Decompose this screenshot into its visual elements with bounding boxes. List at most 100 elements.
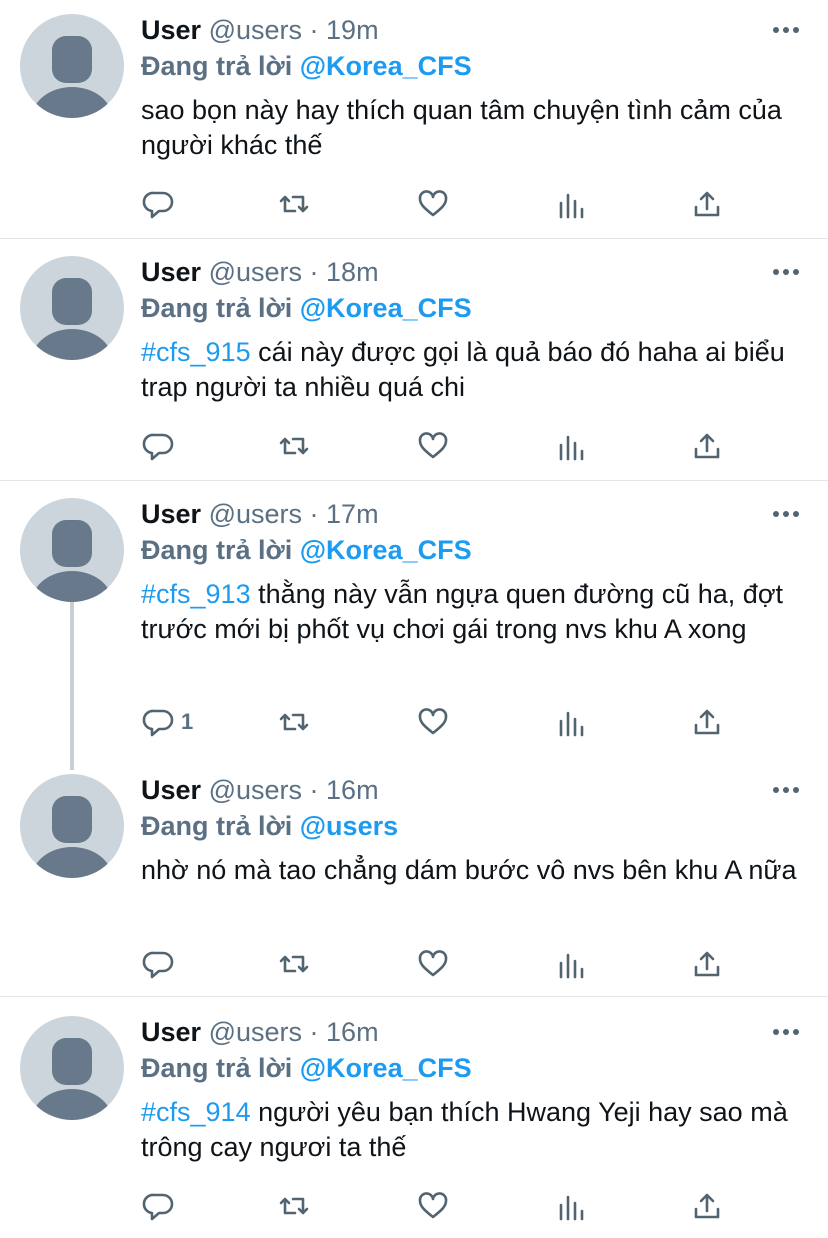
more-icon[interactable] bbox=[772, 1018, 800, 1046]
user-name[interactable]: User bbox=[141, 775, 201, 805]
replying-prefix: Đang trả lời bbox=[141, 1053, 293, 1083]
share-icon bbox=[694, 1193, 720, 1219]
avatar[interactable] bbox=[20, 1016, 124, 1120]
retweet-button[interactable] bbox=[277, 704, 311, 740]
replying-mention-link[interactable]: @Korea_CFS bbox=[300, 293, 472, 323]
reply-button[interactable] bbox=[141, 186, 175, 222]
tweet-text: #cfs_914 người yêu bạn thích Hwang Yeji … bbox=[141, 1095, 811, 1165]
retweet-button[interactable] bbox=[277, 186, 311, 222]
reply-button[interactable] bbox=[141, 1188, 175, 1224]
tweet-text: #cfs_915 cái này được gọi là quả báo đó … bbox=[141, 335, 811, 405]
timestamp[interactable]: 19m bbox=[326, 15, 379, 45]
separator-dot: · bbox=[309, 775, 319, 805]
more-icon[interactable] bbox=[772, 16, 800, 44]
analytics-button[interactable] bbox=[554, 704, 588, 740]
tweet-header: User @users · 16m bbox=[141, 1015, 379, 1049]
reply-icon bbox=[142, 951, 174, 979]
replying-to: Đang trả lời @users bbox=[141, 809, 398, 843]
retweet-button[interactable] bbox=[277, 1188, 311, 1224]
separator-dot: · bbox=[309, 499, 319, 529]
user-handle[interactable]: @users bbox=[209, 1017, 302, 1047]
replying-prefix: Đang trả lời bbox=[141, 293, 293, 323]
timestamp[interactable]: 18m bbox=[326, 257, 379, 287]
tweet[interactable]: User @users · 19m Đang trả lời @Korea_CF… bbox=[0, 0, 828, 238]
analytics-button[interactable] bbox=[554, 1188, 588, 1224]
reply-button[interactable] bbox=[141, 428, 175, 464]
avatar[interactable] bbox=[20, 256, 124, 360]
more-icon[interactable] bbox=[772, 258, 800, 286]
retweet-icon bbox=[279, 955, 309, 973]
like-button[interactable] bbox=[416, 186, 450, 222]
share-button[interactable] bbox=[690, 1188, 724, 1224]
like-button[interactable] bbox=[416, 428, 450, 464]
reply-icon bbox=[142, 433, 174, 461]
like-button[interactable] bbox=[416, 704, 450, 740]
tweet-body: nhờ nó mà tao chẳng dám bước vô nvs bên … bbox=[141, 855, 797, 885]
user-handle[interactable]: @users bbox=[209, 257, 302, 287]
user-name[interactable]: User bbox=[141, 15, 201, 45]
timestamp[interactable]: 17m bbox=[326, 499, 379, 529]
share-button[interactable] bbox=[690, 946, 724, 982]
tweet-text: nhờ nó mà tao chẳng dám bước vô nvs bên … bbox=[141, 853, 811, 888]
hashtag-link[interactable]: #cfs_914 bbox=[141, 1097, 251, 1127]
analytics-button[interactable] bbox=[554, 946, 588, 982]
share-icon bbox=[694, 433, 720, 459]
hashtag-link[interactable]: #cfs_913 bbox=[141, 579, 251, 609]
retweet-icon bbox=[279, 1197, 309, 1215]
more-icon[interactable] bbox=[772, 776, 800, 804]
avatar[interactable] bbox=[20, 774, 124, 878]
tweet[interactable]: User @users · 17m Đang trả lời @Korea_CF… bbox=[0, 484, 828, 760]
share-icon bbox=[694, 709, 720, 735]
avatar[interactable] bbox=[20, 498, 124, 602]
tweet[interactable]: User @users · 18m Đang trả lời @Korea_CF… bbox=[0, 242, 828, 480]
replying-to: Đang trả lời @Korea_CFS bbox=[141, 291, 472, 325]
tweet[interactable]: User @users · 16m Đang trả lời @users nh… bbox=[0, 760, 828, 996]
like-button[interactable] bbox=[416, 946, 450, 982]
user-handle[interactable]: @users bbox=[209, 775, 302, 805]
action-bar: 1 bbox=[0, 704, 828, 744]
share-button[interactable] bbox=[690, 704, 724, 740]
reply-button[interactable]: 1 bbox=[141, 704, 193, 740]
replying-mention-link[interactable]: @Korea_CFS bbox=[300, 51, 472, 81]
share-icon bbox=[694, 191, 720, 217]
tweet[interactable]: User @users · 16m Đang trả lời @Korea_CF… bbox=[0, 1002, 828, 1238]
analytics-button[interactable] bbox=[554, 428, 588, 464]
replying-mention-link[interactable]: @users bbox=[300, 811, 398, 841]
tweet-text: sao bọn này hay thích quan tâm chuyện tì… bbox=[141, 93, 811, 163]
replying-mention-link[interactable]: @Korea_CFS bbox=[300, 535, 472, 565]
analytics-icon bbox=[559, 711, 584, 737]
action-bar bbox=[0, 946, 828, 986]
retweet-icon bbox=[279, 195, 309, 213]
divider bbox=[0, 996, 828, 997]
reply-button[interactable] bbox=[141, 946, 175, 982]
avatar[interactable] bbox=[20, 14, 124, 118]
user-handle[interactable]: @users bbox=[209, 499, 302, 529]
retweet-button[interactable] bbox=[277, 946, 311, 982]
share-button[interactable] bbox=[690, 428, 724, 464]
retweet-button[interactable] bbox=[277, 428, 311, 464]
tweet-header: User @users · 19m bbox=[141, 13, 379, 47]
heart-icon bbox=[418, 190, 448, 217]
heart-icon bbox=[418, 708, 448, 735]
user-name[interactable]: User bbox=[141, 499, 201, 529]
replying-prefix: Đang trả lời bbox=[141, 535, 293, 565]
more-icon[interactable] bbox=[772, 500, 800, 528]
user-name[interactable]: User bbox=[141, 1017, 201, 1047]
hashtag-link[interactable]: #cfs_915 bbox=[141, 337, 251, 367]
retweet-icon bbox=[279, 437, 309, 455]
user-handle[interactable]: @users bbox=[209, 15, 302, 45]
timestamp[interactable]: 16m bbox=[326, 1017, 379, 1047]
replying-prefix: Đang trả lời bbox=[141, 51, 293, 81]
reply-count: 1 bbox=[181, 709, 194, 734]
tweet-text: #cfs_913 thằng này vẫn ngựa quen đường c… bbox=[141, 577, 811, 647]
analytics-icon bbox=[559, 435, 584, 461]
replying-to: Đang trả lời @Korea_CFS bbox=[141, 49, 472, 83]
like-button[interactable] bbox=[416, 1188, 450, 1224]
user-name[interactable]: User bbox=[141, 257, 201, 287]
replying-mention-link[interactable]: @Korea_CFS bbox=[300, 1053, 472, 1083]
timestamp[interactable]: 16m bbox=[326, 775, 379, 805]
analytics-button[interactable] bbox=[554, 186, 588, 222]
share-button[interactable] bbox=[690, 186, 724, 222]
action-bar bbox=[0, 428, 828, 468]
heart-icon bbox=[418, 950, 448, 977]
